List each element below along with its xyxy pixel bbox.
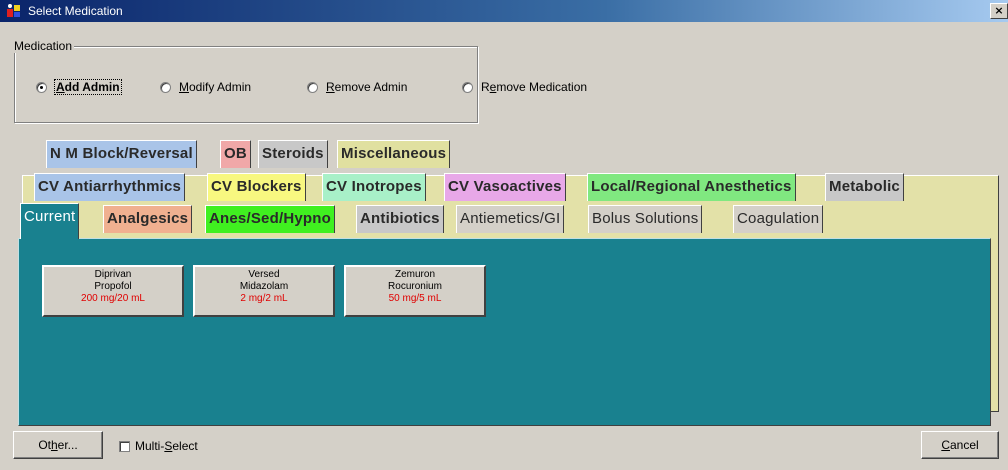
multi-select-checkbox[interactable]: Multi-Select	[119, 439, 198, 453]
tab-nm-block-reversal[interactable]: N M Block/Reversal	[46, 140, 197, 168]
tab-cv-blockers[interactable]: CV Blockers	[207, 173, 306, 201]
radio-indicator	[160, 81, 171, 93]
tab-anes-sed-hypno[interactable]: Anes/Sed/Hypno	[205, 205, 335, 233]
tab-antiemetics-gi[interactable]: Antiemetics/GI	[456, 205, 565, 233]
radio-label: Remove Medication	[481, 80, 588, 94]
medication-button-versed[interactable]: Versed Midazolam 2 mg/2 mL	[193, 265, 335, 317]
other-button[interactable]: Other...	[13, 431, 103, 459]
tab-metabolic[interactable]: Metabolic	[825, 173, 904, 201]
tab-cv-inotropes[interactable]: CV Inotropes	[322, 173, 426, 201]
radio-modify-admin[interactable]: Modify Admin	[160, 79, 251, 95]
med-generic: Propofol	[94, 281, 132, 292]
tab-analgesics[interactable]: Analgesics	[103, 205, 193, 233]
multi-select-label: Multi-Select	[135, 439, 198, 453]
radio-label: Add Admin	[54, 79, 122, 95]
medication-group-legend: Medication	[12, 39, 75, 53]
radio-indicator	[307, 81, 318, 93]
radio-add-admin[interactable]: Add Admin	[36, 79, 122, 95]
medication-button-zemuron[interactable]: Zemuron Rocuronium 50 mg/5 mL	[344, 265, 486, 317]
med-generic: Rocuronium	[388, 281, 442, 292]
tab-current[interactable]: Current	[20, 203, 80, 239]
med-dose: 200 mg/20 mL	[81, 293, 145, 304]
medication-button-diprivan[interactable]: Diprivan Propofol 200 mg/20 mL	[42, 265, 184, 317]
med-brand: Versed	[248, 269, 280, 280]
close-button[interactable]: ×	[990, 3, 1008, 19]
tab-ob[interactable]: OB	[220, 140, 251, 168]
window-title: Select Medication	[28, 4, 123, 18]
tab-stack-edge	[992, 200, 999, 410]
radio-remove-medication[interactable]: Remove Medication	[462, 79, 587, 95]
cancel-button[interactable]: Cancel	[921, 431, 999, 459]
checkbox-indicator	[119, 440, 130, 452]
select-medication-window: Select Medication × Medication Add Admin…	[0, 0, 1008, 470]
radio-remove-admin[interactable]: Remove Admin	[307, 79, 407, 95]
med-dose: 2 mg/2 mL	[240, 293, 288, 304]
radio-indicator	[462, 81, 473, 93]
title-bar: Select Medication ×	[0, 0, 1008, 22]
tab-antibiotics[interactable]: Antibiotics	[356, 205, 444, 233]
radio-indicator	[36, 81, 47, 93]
med-dose: 50 mg/5 mL	[388, 293, 442, 304]
med-generic: Midazolam	[239, 281, 289, 292]
tab-cv-vasoactives[interactable]: CV Vasoactives	[444, 173, 566, 201]
med-brand: Zemuron	[394, 269, 435, 280]
app-icon	[7, 4, 20, 17]
tab-bolus-solutions[interactable]: Bolus Solutions	[588, 205, 703, 233]
med-brand: Diprivan	[94, 269, 132, 280]
tab-cv-antiarrhythmics[interactable]: CV Antiarrhythmics	[34, 173, 186, 201]
radio-label: Modify Admin	[179, 80, 252, 94]
tab-coagulation[interactable]: Coagulation	[733, 205, 824, 233]
radio-label: Remove Admin	[326, 80, 408, 94]
tab-steroids[interactable]: Steroids	[258, 140, 328, 168]
tab-miscellaneous[interactable]: Miscellaneous	[337, 140, 451, 168]
tab-local-regional-anesthetics[interactable]: Local/Regional Anesthetics	[587, 173, 796, 201]
